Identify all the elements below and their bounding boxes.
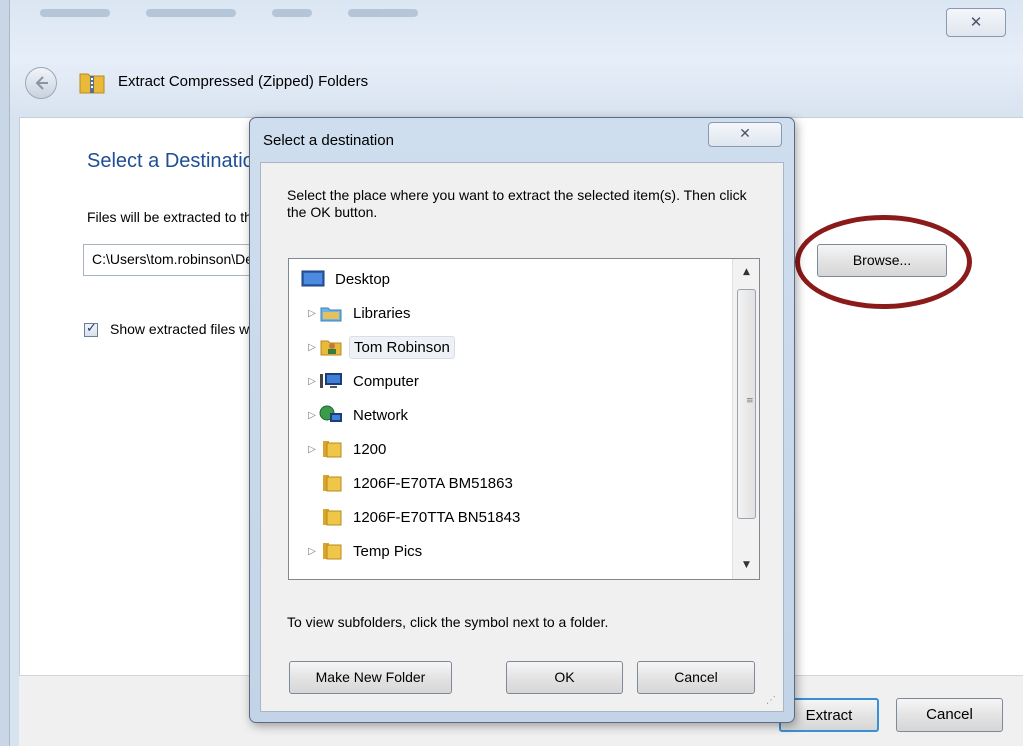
tree-item-1200[interactable]: ▷ 1200 <box>305 434 390 464</box>
computer-icon <box>320 373 342 388</box>
select-destination-dialog: Select a destination ✕ Select the place … <box>249 117 795 723</box>
folder-tree[interactable]: Desktop ▷ Libraries ▷ Tom Robinson ▷ Com… <box>288 258 760 580</box>
scrollbar-thumb[interactable]: ≡ <box>737 289 756 519</box>
tree-item-label: Network <box>353 406 409 424</box>
blurred-explorer-toolbar <box>40 6 560 20</box>
tree-item-label: Tom Robinson <box>349 335 455 359</box>
tree-item-computer[interactable]: ▷ Computer <box>305 366 423 396</box>
subfolder-hint: To view subfolders, click the symbol nex… <box>287 614 609 630</box>
show-files-checkbox[interactable]: ✓ <box>84 321 98 337</box>
user-folder-icon <box>320 340 342 356</box>
back-arrow-icon <box>35 76 48 90</box>
zip-folder-icon <box>79 73 105 94</box>
dialog-body: Select the place where you want to extra… <box>260 162 784 712</box>
tree-item-label: Desktop <box>335 270 391 288</box>
libraries-icon <box>320 307 342 322</box>
wizard-cancel-button[interactable]: Cancel <box>896 698 1003 732</box>
dialog-close-button[interactable]: ✕ <box>708 122 782 147</box>
tree-item-tom-robinson[interactable]: ▷ Tom Robinson <box>305 332 455 362</box>
tree-item-network[interactable]: ▷ Network <box>305 400 412 430</box>
wizard-title: Extract Compressed (Zipped) Folders <box>118 73 369 90</box>
tree-item-label: 1206F-E70TA BM51863 <box>353 474 513 492</box>
checkmark-icon: ✓ <box>86 321 97 336</box>
scroll-down-arrow-icon[interactable]: ▼ <box>733 552 759 579</box>
dialog-title: Select a destination <box>263 132 394 149</box>
tree-item-desktop[interactable]: Desktop <box>301 264 394 294</box>
expand-arrow-icon[interactable]: ▷ <box>305 376 319 387</box>
resize-grip-icon[interactable]: ⋰ <box>766 695 776 706</box>
window-left-edge <box>0 0 10 746</box>
tree-scrollbar[interactable]: ▲ ≡ ▼ <box>732 259 759 579</box>
tree-item-label: Libraries <box>353 304 411 322</box>
scroll-up-arrow-icon[interactable]: ▲ <box>733 259 759 286</box>
window-close-button[interactable]: ✕ <box>946 8 1006 37</box>
expand-arrow-icon[interactable]: ▷ <box>305 410 319 421</box>
tree-item-temp-pics[interactable]: ▷ Temp Pics <box>305 536 426 566</box>
highlight-ellipse <box>795 215 972 309</box>
tree-item-libraries[interactable]: ▷ Libraries <box>305 298 415 328</box>
tree-item-label: 1206F-E70TTA BN51843 <box>353 508 521 526</box>
tree-item-folder[interactable]: 1206F-E70TA BM51863 <box>319 468 517 498</box>
folder-icon <box>323 441 342 458</box>
back-button[interactable] <box>25 67 57 99</box>
make-new-folder-button[interactable]: Make New Folder <box>289 661 452 694</box>
ok-button[interactable]: OK <box>506 661 623 694</box>
tree-item-label: Temp Pics <box>353 542 423 560</box>
tree-item-label: Computer <box>353 372 419 390</box>
dialog-instructions: Select the place where you want to extra… <box>287 187 747 220</box>
expand-arrow-icon[interactable]: ▷ <box>305 342 319 353</box>
expand-arrow-icon[interactable]: ▷ <box>305 546 319 557</box>
desktop-icon <box>301 270 325 287</box>
tree-item-folder[interactable]: 1206F-E70TTA BN51843 <box>319 502 524 532</box>
folder-icon <box>323 509 342 526</box>
tree-item-label: 1200 <box>353 440 387 458</box>
dialog-cancel-button[interactable]: Cancel <box>637 661 755 694</box>
folder-icon <box>323 475 342 492</box>
folder-icon <box>323 543 342 560</box>
expand-arrow-icon[interactable]: ▷ <box>305 444 319 455</box>
network-icon <box>319 405 342 422</box>
expand-arrow-icon[interactable]: ▷ <box>305 308 319 319</box>
